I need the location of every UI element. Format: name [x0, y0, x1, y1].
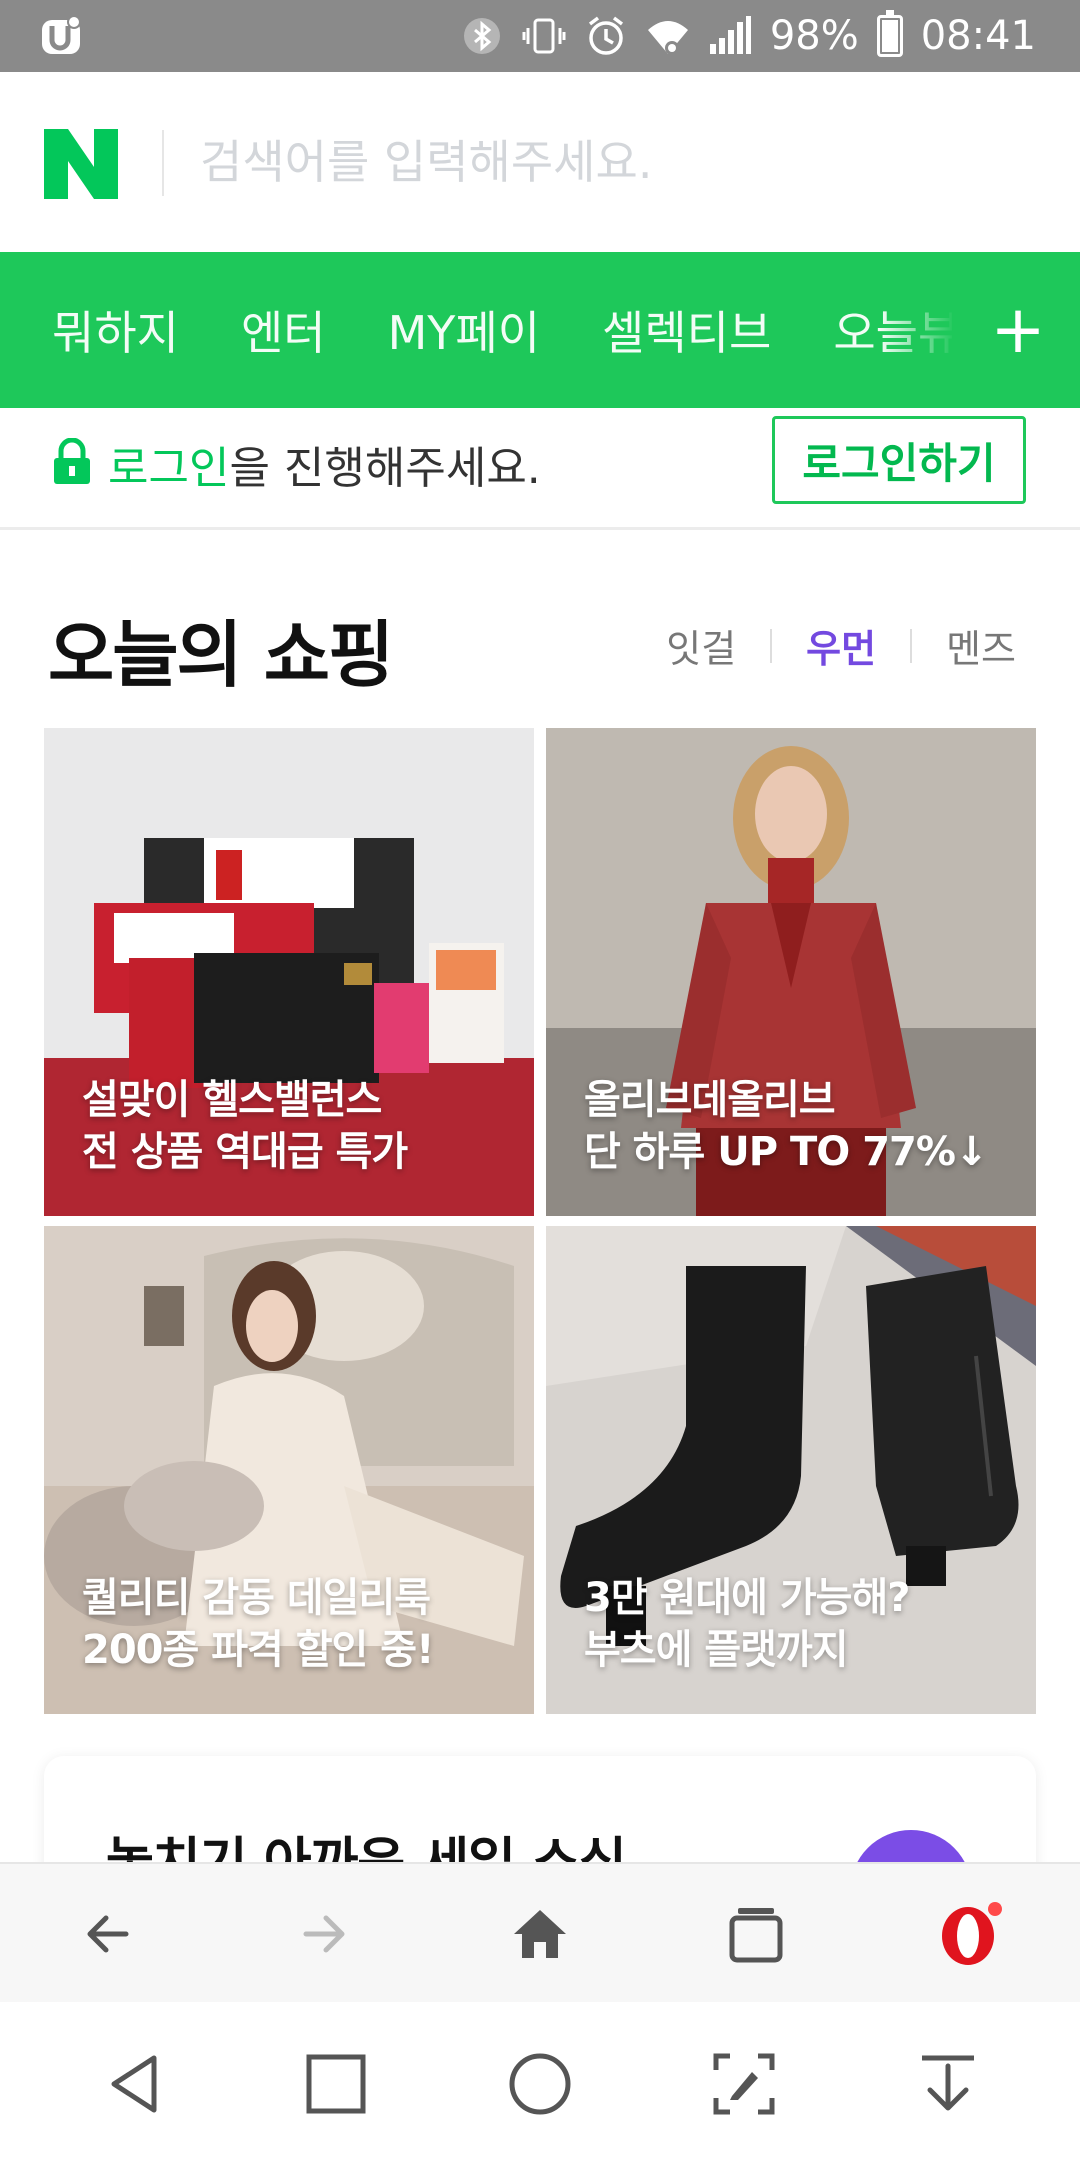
login-button[interactable]: 로그인하기	[772, 416, 1026, 504]
login-message-rest: 을 진행해주세요.	[229, 443, 541, 494]
login-link[interactable]: 로그인	[108, 443, 229, 494]
shopping-tile-daily-look[interactable]: 퀄리티 감동 데일리룩 200종 파격 할인 중!	[44, 1226, 534, 1714]
naver-logo[interactable]	[44, 129, 118, 199]
tab-itgirl[interactable]: 잇걸	[666, 618, 736, 673]
nav-item-selective[interactable]: 셀렉티브	[602, 297, 771, 363]
login-bar: 로그인을 진행해주세요. 로그인하기	[0, 408, 1080, 530]
tab-mens[interactable]: 멘즈	[946, 618, 1016, 673]
browser-toolbar	[0, 1862, 1080, 2002]
tab-separator	[910, 628, 913, 663]
tab-woman[interactable]: 우먼	[806, 618, 876, 673]
login-message: 로그인을 진행해주세요.	[108, 432, 541, 496]
android-nav-bar	[0, 2002, 1080, 2160]
shopping-title: 오늘의 쇼핑	[48, 613, 394, 697]
app-icon	[40, 14, 84, 58]
plus-icon[interactable]: +	[980, 292, 1056, 368]
search-header	[0, 72, 1080, 252]
shopping-tile-boots[interactable]: 3만 원대에 가능해? 부츠에 플랫까지	[546, 1226, 1036, 1714]
nav-fade	[880, 252, 980, 408]
search-input[interactable]	[200, 122, 1020, 202]
wifi-icon	[646, 14, 690, 58]
clock: 08:41	[920, 13, 1036, 59]
tile-caption: 3만 원대에 가능해? 부츠에 플랫까지	[584, 1575, 910, 1673]
forward-arrow-icon[interactable]	[284, 1894, 364, 1974]
opera-icon[interactable]	[930, 1894, 1010, 1974]
tile-caption: 퀄리티 감동 데일리룩 200종 파격 할인 중!	[82, 1575, 434, 1673]
status-bar: 98% 08:41	[0, 0, 1080, 72]
search-divider	[162, 130, 164, 196]
vibrate-icon	[522, 14, 566, 58]
recents-square-icon[interactable]	[298, 2046, 374, 2122]
bluetooth-icon	[460, 14, 504, 58]
tab-separator	[770, 628, 773, 663]
category-nav: 뭐하지 엔터 MY페이 셀렉티브 오늘뷰티 +	[0, 252, 1080, 408]
tile-caption: 설맞이 헬스밸런스 전 상품 역대급 특가	[82, 1077, 408, 1175]
home-icon[interactable]	[500, 1894, 580, 1974]
nav-item-mwohaji[interactable]: 뭐하지	[52, 297, 179, 363]
lock-icon	[52, 437, 92, 486]
battery-icon	[876, 10, 903, 57]
alarm-icon	[584, 14, 628, 58]
shopping-tile-olive[interactable]: 올리브데올리브 단 하루 UP TO 77%↓	[546, 728, 1036, 1216]
notification-pull-icon[interactable]	[910, 2046, 986, 2122]
battery-percent: 98%	[769, 13, 859, 59]
nav-item-enter[interactable]: 엔터	[241, 297, 326, 363]
signal-icon	[708, 14, 752, 58]
tabs-icon[interactable]	[716, 1894, 796, 1974]
tile-caption: 올리브데올리브 단 하루 UP TO 77%↓	[584, 1077, 988, 1175]
shopping-tile-health[interactable]: 설맞이 헬스밸런스 전 상품 역대급 특가	[44, 728, 534, 1216]
back-arrow-icon[interactable]	[68, 1894, 148, 1974]
shopping-tabs: 잇걸 우먼 멘즈	[666, 618, 1016, 673]
back-triangle-icon[interactable]	[96, 2046, 172, 2122]
home-circle-icon[interactable]	[502, 2046, 578, 2122]
nav-item-mypay[interactable]: MY페이	[388, 297, 540, 363]
screenshot-edit-icon[interactable]	[706, 2046, 782, 2122]
